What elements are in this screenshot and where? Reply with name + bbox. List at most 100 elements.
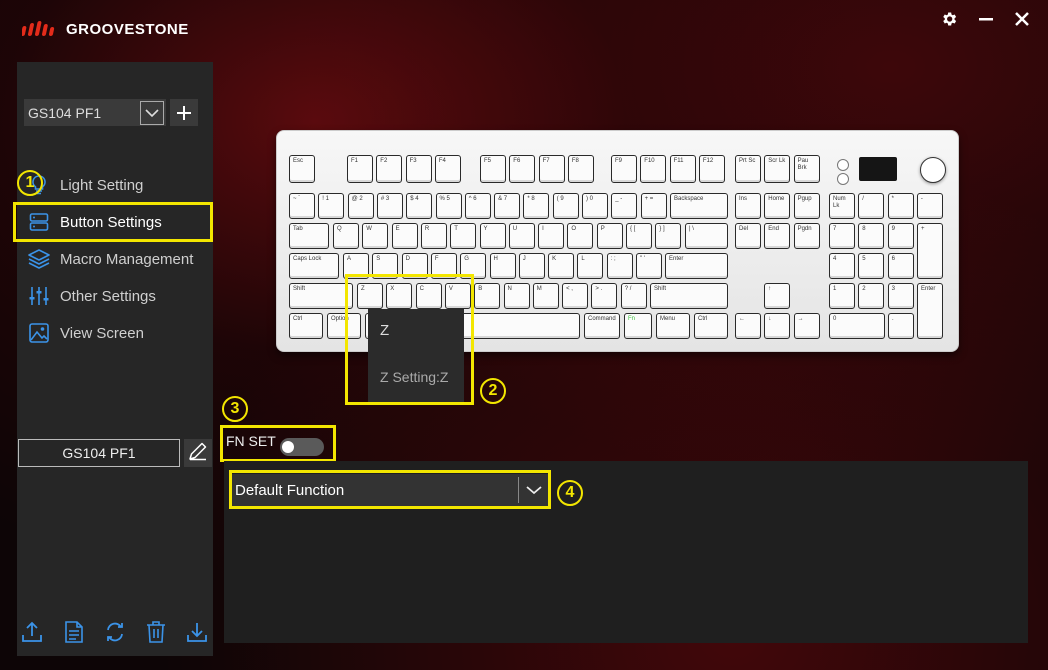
keyboard-knob[interactable] — [920, 157, 946, 183]
keyboard-key[interactable]: Del — [735, 223, 761, 249]
keyboard-key[interactable]: ← — [735, 313, 761, 339]
keyboard-key[interactable]: Command — [584, 313, 620, 339]
keyboard-key[interactable]: + = — [640, 193, 667, 219]
keyboard-key[interactable]: 3 — [887, 283, 914, 309]
keyboard-key[interactable]: # 3 — [376, 193, 403, 219]
keyboard-key[interactable]: ~ ` — [289, 193, 315, 219]
keyboard-key[interactable]: % 5 — [435, 193, 462, 219]
keyboard-key[interactable]: " ' — [636, 253, 662, 279]
keyboard-key[interactable]: Q — [333, 223, 359, 249]
keyboard-key[interactable]: ↓ — [764, 313, 791, 339]
keyboard-key[interactable]: 2 — [858, 283, 885, 309]
keyboard-key[interactable]: Esc — [289, 155, 315, 183]
keyboard-key[interactable]: 4 — [829, 253, 855, 279]
keyboard-key[interactable]: → — [793, 313, 820, 339]
close-icon[interactable] — [1011, 10, 1033, 32]
keyboard-key[interactable]: R — [420, 223, 447, 249]
keyboard-key[interactable]: K — [548, 253, 575, 279]
document-icon[interactable] — [62, 620, 86, 644]
keyboard-key[interactable]: Ctrl — [694, 313, 728, 339]
keyboard-key[interactable]: P — [596, 223, 623, 249]
keyboard-key[interactable]: Tab — [289, 223, 329, 249]
keyboard-key[interactable]: W — [362, 223, 389, 249]
sidebar-item-macro-management[interactable]: Macro Management — [28, 244, 208, 274]
keyboard-key[interactable]: } ] — [655, 223, 682, 249]
keyboard-key[interactable]: 1 — [829, 283, 855, 309]
keyboard-key[interactable]: - — [916, 193, 943, 219]
keyboard-key[interactable]: _ - — [611, 193, 638, 219]
keyboard-key[interactable]: Prt Sc — [735, 155, 761, 183]
keyboard-key[interactable]: ? / — [620, 283, 647, 309]
keyboard-key[interactable]: / — [858, 193, 885, 219]
keyboard-key[interactable]: ! 1 — [318, 193, 345, 219]
keyboard-key[interactable]: F7 — [538, 155, 565, 183]
keyboard-key[interactable]: Shift — [289, 283, 353, 309]
keyboard-key[interactable]: Home — [764, 193, 791, 219]
keyboard-key[interactable]: Scr Lk — [764, 155, 791, 183]
keyboard-key[interactable]: + — [917, 223, 943, 279]
keyboard-key[interactable]: ) 0 — [582, 193, 608, 219]
keyboard-key[interactable]: N — [503, 283, 530, 309]
sidebar-item-light-setting[interactable]: Light Setting — [28, 170, 208, 200]
upload-icon[interactable] — [20, 620, 44, 644]
keyboard-key[interactable]: T — [450, 223, 477, 249]
keyboard-key[interactable]: < , — [562, 283, 589, 309]
keyboard-key[interactable]: 9 — [887, 223, 914, 249]
keyboard-key[interactable]: H — [489, 253, 516, 279]
keyboard-key[interactable]: Num Lk — [829, 193, 855, 219]
keyboard-key[interactable]: * — [887, 193, 914, 219]
keyboard-key[interactable]: J — [518, 253, 545, 279]
sidebar-item-view-screen[interactable]: View Screen — [28, 318, 208, 348]
keyboard-key[interactable]: > . — [591, 283, 618, 309]
keyboard-key[interactable]: { [ — [626, 223, 652, 249]
keyboard-key[interactable]: . — [888, 313, 914, 339]
keyboard-key[interactable]: E — [391, 223, 418, 249]
gear-icon[interactable] — [938, 10, 960, 32]
keyboard-key[interactable]: Fn — [624, 313, 652, 339]
download-icon[interactable] — [185, 620, 209, 644]
keyboard-key[interactable]: F5 — [480, 155, 506, 183]
rename-profile-button[interactable] — [184, 439, 212, 467]
keyboard-key[interactable]: F11 — [669, 155, 696, 183]
keyboard-key[interactable]: End — [764, 223, 791, 249]
keyboard-key[interactable]: F4 — [434, 155, 461, 183]
keyboard-key[interactable]: 5 — [858, 253, 885, 279]
keyboard-key[interactable]: 7 — [829, 223, 855, 249]
keyboard-key[interactable]: Enter — [917, 283, 943, 339]
keyboard-key[interactable]: O — [567, 223, 594, 249]
profile-select[interactable]: GS104 PF1 — [24, 99, 166, 126]
keyboard-key[interactable]: Backspace — [670, 193, 728, 219]
keyboard-key[interactable]: ( 9 — [552, 193, 579, 219]
keyboard-key[interactable]: F3 — [405, 155, 432, 183]
keyboard-key[interactable]: M — [532, 283, 559, 309]
keyboard-key[interactable]: Pgdn — [793, 223, 820, 249]
keyboard-key[interactable]: * 8 — [523, 193, 550, 219]
trash-icon[interactable] — [144, 620, 168, 644]
profile-name-field[interactable]: GS104 PF1 — [18, 439, 180, 467]
keyboard-key[interactable]: F9 — [611, 155, 637, 183]
keyboard-key[interactable]: Ctrl — [289, 313, 323, 339]
chevron-down-icon[interactable] — [140, 100, 164, 125]
keyboard-key[interactable]: 8 — [858, 223, 885, 249]
keyboard-key[interactable]: Shift — [650, 283, 728, 309]
keyboard-key[interactable]: $ 4 — [406, 193, 433, 219]
keyboard-key[interactable]: Y — [479, 223, 506, 249]
keyboard-key[interactable]: I — [538, 223, 565, 249]
keyboard-key[interactable]: F10 — [640, 155, 667, 183]
keyboard-key[interactable]: ^ 6 — [464, 193, 491, 219]
keyboard-key[interactable]: F2 — [376, 155, 403, 183]
keyboard-key[interactable]: Ins — [735, 193, 761, 219]
keyboard-key[interactable]: U — [508, 223, 535, 249]
keyboard-key[interactable]: & 7 — [494, 193, 521, 219]
keyboard-key[interactable]: L — [577, 253, 604, 279]
sidebar-item-other-settings[interactable]: Other Settings — [28, 281, 208, 311]
sync-icon[interactable] — [103, 620, 127, 644]
keyboard-key[interactable]: @ 2 — [347, 193, 374, 219]
keyboard-key[interactable]: 6 — [887, 253, 914, 279]
minus-icon[interactable] — [975, 10, 997, 32]
keyboard-key[interactable]: F12 — [698, 155, 725, 183]
keyboard-key[interactable]: 0 — [829, 313, 885, 339]
keyboard-key[interactable]: Pgup — [793, 193, 820, 219]
keyboard-key[interactable]: ↑ — [764, 283, 790, 309]
keyboard-key[interactable]: Pau Brk — [793, 155, 820, 183]
